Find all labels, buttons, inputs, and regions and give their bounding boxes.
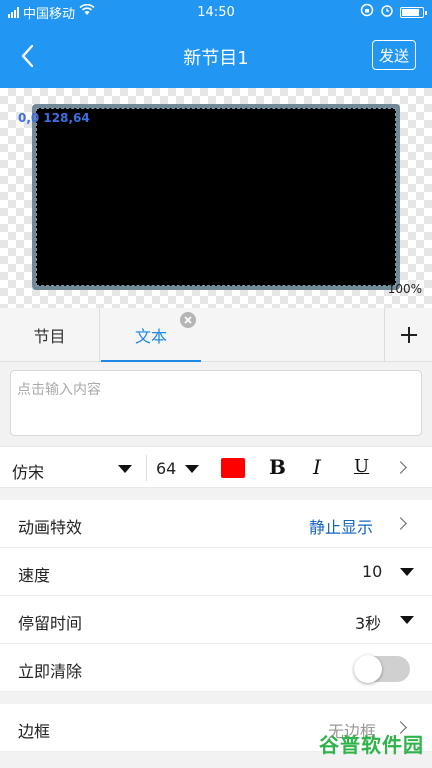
bold-button[interactable]: B <box>269 455 286 479</box>
add-tab-button[interactable] <box>384 308 432 362</box>
plus-icon <box>400 327 417 343</box>
battery-icon <box>400 6 427 18</box>
animation-value: 静止显示 <box>309 518 374 537</box>
tab-text-label: 文本 <box>134 327 167 346</box>
font-size-select[interactable]: 64 <box>156 459 176 478</box>
screen-coordinates: 0,0 128,64 <box>18 111 90 125</box>
page-title: 新节目1 <box>183 48 249 69</box>
battery-fill <box>402 8 420 16</box>
dwell-time-label: 停留时间 <box>18 614 83 633</box>
tab-programs[interactable]: 节目 <box>0 308 100 362</box>
animation-setting-row[interactable]: 动画特效 静止显示 <box>0 500 432 548</box>
speed-dropdown-icon[interactable] <box>400 568 414 576</box>
chevron-right-icon <box>394 517 407 530</box>
close-icon <box>184 316 192 324</box>
speed-value: 10 <box>362 562 383 581</box>
font-toolbar: 仿宋 64 B I U <box>0 446 432 488</box>
dwell-time-setting-row[interactable]: 停留时间 3秒 <box>0 596 432 644</box>
toolbar-divider <box>146 455 147 481</box>
dwell-time-value: 3秒 <box>355 614 382 633</box>
font-family-dropdown-icon[interactable] <box>118 465 132 473</box>
italic-button[interactable]: I <box>313 455 321 479</box>
text-content-input[interactable]: 点击输入内容 <box>10 370 422 436</box>
status-time: 14:50 <box>197 4 235 20</box>
nav-bar: 新节目1 发送 <box>0 24 432 88</box>
speed-setting-row[interactable]: 速度 10 <box>0 548 432 596</box>
active-tab-indicator <box>101 360 201 362</box>
toggle-knob <box>354 655 382 683</box>
led-preview-area: 0,0 128,64 100% <box>0 88 432 308</box>
clear-immediately-setting-row: 立即清除 <box>0 644 432 692</box>
underline-button[interactable]: U <box>354 456 369 477</box>
text-color-swatch[interactable] <box>221 458 245 478</box>
clear-immediately-toggle[interactable] <box>354 655 410 683</box>
clear-immediately-label: 立即清除 <box>18 662 83 681</box>
close-tab-button[interactable] <box>180 312 196 328</box>
send-button[interactable]: 发送 <box>372 40 416 70</box>
status-bar: 中国移动 14:50 <box>0 0 432 24</box>
font-size-dropdown-icon[interactable] <box>185 465 199 473</box>
content-tabs: 节目 文本 <box>0 308 432 362</box>
text-input-placeholder: 点击输入内容 <box>17 382 101 398</box>
speed-label: 速度 <box>18 566 51 585</box>
led-screen[interactable] <box>36 108 396 286</box>
border-label: 边框 <box>18 722 51 741</box>
animation-label: 动画特效 <box>18 518 83 537</box>
dwell-time-dropdown-icon[interactable] <box>400 616 414 624</box>
led-screen-frame[interactable] <box>32 104 400 290</box>
watermark-logo: 谷普软件园 <box>319 733 424 757</box>
zoom-level: 100% <box>387 282 422 296</box>
font-family-select[interactable]: 仿宋 <box>12 459 44 483</box>
tab-programs-label: 节目 <box>33 327 66 346</box>
chevron-right-icon[interactable] <box>394 461 407 474</box>
